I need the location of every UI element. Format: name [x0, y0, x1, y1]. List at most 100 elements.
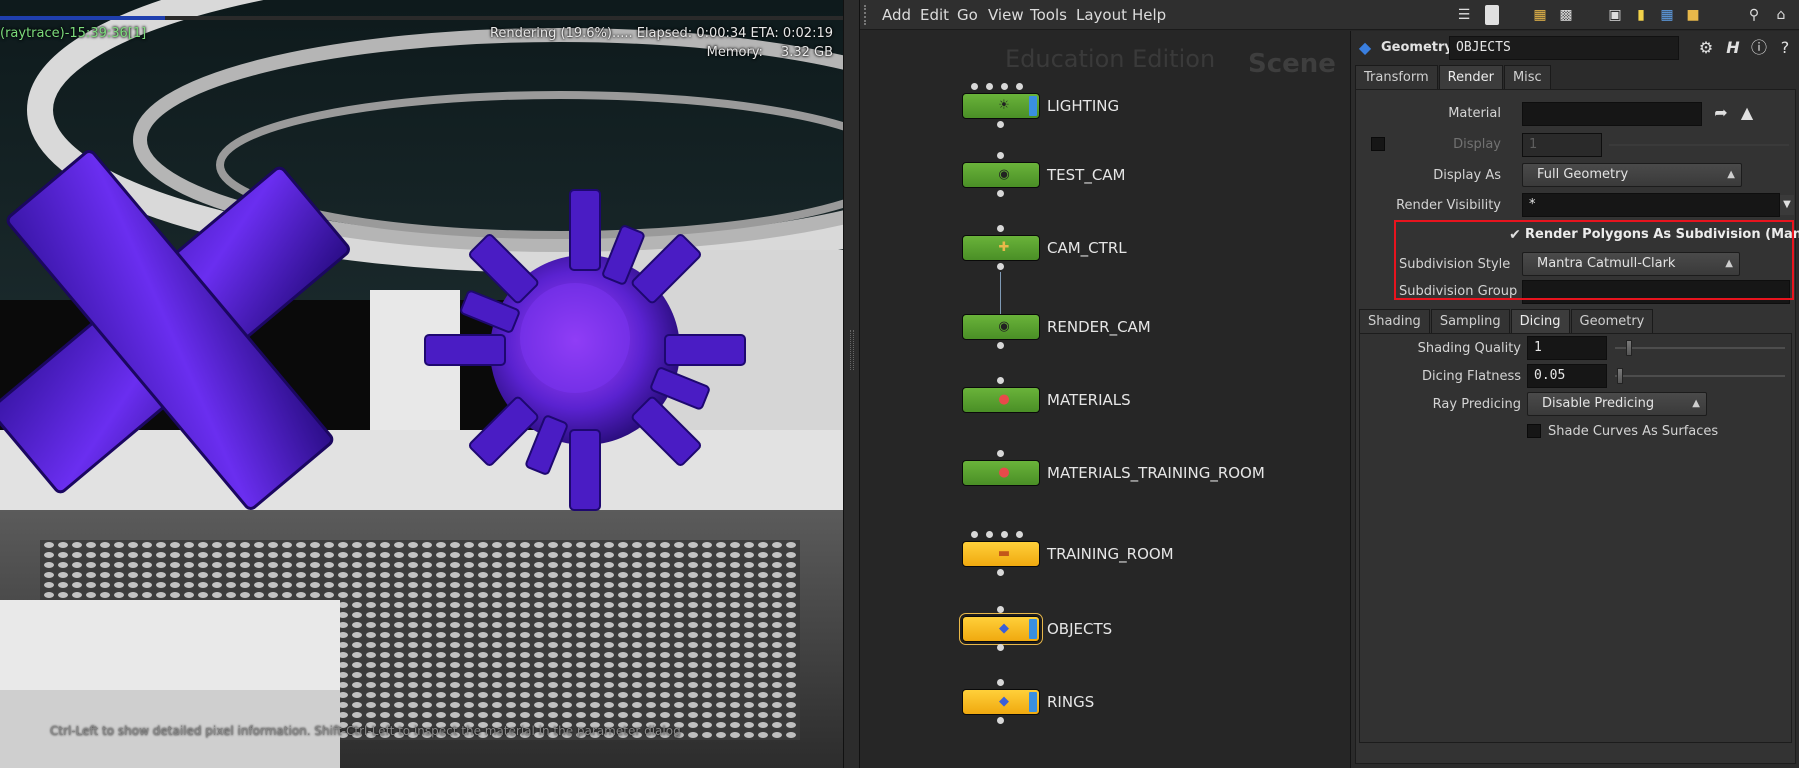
render-progress-fill	[0, 16, 166, 20]
gear-icon[interactable]: ⚙	[1696, 38, 1716, 58]
render-view[interactable]: (raytrace)-15:39:36[1] Rendering (19.6%)…	[0, 0, 843, 768]
node-materials[interactable]: ●	[962, 387, 1040, 413]
render-progress-bar	[0, 16, 843, 20]
jump-to-material-icon[interactable]: ➦	[1711, 103, 1731, 123]
spinner-icon: ▲	[1727, 169, 1735, 180]
node-label-test-cam: TEST_CAM	[1047, 166, 1126, 184]
menu-layout[interactable]: Layout	[1076, 6, 1127, 24]
light-icon: ☀	[998, 98, 1010, 113]
houdini-help-icon[interactable]: H	[1723, 38, 1743, 58]
grid-view-icon[interactable]: ▦	[1530, 5, 1550, 25]
tab-dicing[interactable]: Dicing	[1510, 309, 1570, 333]
menu-add[interactable]: Add	[882, 6, 911, 24]
node-training-room[interactable]: ▬	[962, 541, 1040, 567]
node-test-cam[interactable]: ◉	[962, 162, 1040, 188]
tab-sampling[interactable]: Sampling	[1430, 309, 1510, 333]
input-dot	[1001, 83, 1008, 90]
ray-predicing-label: Ray Predicing	[1432, 397, 1521, 412]
info-icon[interactable]: ⓘ	[1749, 38, 1769, 58]
image-icon[interactable]: ▣	[1605, 5, 1625, 25]
tree-view-icon[interactable]: ☰	[1454, 5, 1474, 25]
node-label-training-room: TRAINING_ROOM	[1047, 545, 1174, 563]
subdivision-style-label: Subdivision Style	[1399, 257, 1511, 272]
spinner-icon: ▲	[1692, 398, 1700, 409]
output-dot	[997, 569, 1004, 576]
display-as-value: Full Geometry	[1537, 167, 1629, 182]
network-box-icon[interactable]: ■	[1683, 5, 1703, 25]
display-flag[interactable]	[1029, 619, 1037, 639]
node-chooser-icon[interactable]: ▲	[1737, 103, 1757, 123]
node-label-cam-ctrl: CAM_CTRL	[1047, 239, 1127, 257]
menu-view[interactable]: View	[988, 6, 1024, 24]
input-dot	[997, 450, 1004, 457]
network-and-parameters: Add Edit Go View Tools Layout Help ☰ ▦ ▩…	[860, 0, 1799, 768]
tab-misc[interactable]: Misc	[1503, 65, 1551, 89]
geometry-icon: ◆	[999, 694, 1009, 709]
node-label-lighting: LIGHTING	[1047, 97, 1120, 115]
display-toggle-checkbox[interactable]	[1371, 137, 1385, 151]
display-label: Display	[1453, 137, 1501, 152]
menu-help[interactable]: Help	[1132, 6, 1166, 24]
display-field[interactable]: 1	[1522, 133, 1602, 157]
node-materials-training-room[interactable]: ●	[962, 460, 1040, 486]
table-view-icon[interactable]: ▩	[1556, 5, 1576, 25]
display-flag[interactable]	[1029, 692, 1037, 712]
input-dot	[997, 152, 1004, 159]
shading-quality-slider-handle[interactable]	[1626, 340, 1632, 356]
pane-divider[interactable]	[843, 0, 860, 768]
display-slider[interactable]	[1609, 144, 1789, 146]
node-cam-ctrl[interactable]: ✚	[962, 235, 1040, 261]
node-label-materials-training-room: MATERIALS_TRAINING_ROOM	[1047, 464, 1265, 482]
display-flag[interactable]	[1029, 96, 1037, 116]
render-visibility-label: Render Visibility	[1396, 198, 1501, 213]
material-field[interactable]	[1522, 102, 1702, 126]
menu-go[interactable]: Go	[957, 6, 978, 24]
menu-edit[interactable]: Edit	[920, 6, 949, 24]
tab-shading[interactable]: Shading	[1359, 309, 1430, 333]
memory-label: Memory:	[706, 45, 763, 60]
home-icon[interactable]: ⌂	[1771, 5, 1791, 25]
output-dot	[997, 342, 1004, 349]
dicing-flatness-slider[interactable]	[1615, 375, 1785, 377]
input-dot	[1001, 531, 1008, 538]
node-render-cam[interactable]: ◉	[962, 314, 1040, 340]
display-as-dropdown[interactable]: Full Geometry ▲	[1522, 163, 1742, 187]
context-watermark: Scene	[1248, 49, 1336, 79]
node-name-field[interactable]: OBJECTS	[1449, 36, 1679, 60]
divider-grip[interactable]	[850, 330, 854, 370]
list-view-icon[interactable]	[1485, 5, 1499, 25]
node-rings[interactable]: ◆	[962, 689, 1040, 715]
tab-render[interactable]: Render	[1438, 65, 1503, 89]
dicing-flatness-slider-handle[interactable]	[1617, 368, 1623, 384]
camera-icon: ◉	[998, 319, 1010, 334]
subdivision-style-value: Mantra Catmull-Clark	[1537, 256, 1676, 271]
input-dot	[997, 225, 1004, 232]
dicing-flatness-field[interactable]: 0.05	[1527, 364, 1607, 388]
shading-quality-slider[interactable]	[1615, 347, 1785, 349]
tab-geometry[interactable]: Geometry	[1570, 309, 1654, 333]
ray-predicing-dropdown[interactable]: Disable Predicing ▲	[1527, 392, 1707, 416]
subdivision-style-dropdown[interactable]: Mantra Catmull-Clark ▲	[1522, 252, 1740, 276]
output-dot	[997, 190, 1004, 197]
subdivision-group-field[interactable]	[1522, 280, 1790, 304]
render-visibility-field[interactable]: *	[1522, 193, 1780, 217]
memory-value: 3.32 GB	[780, 45, 833, 60]
top-tab-bar: Transform Render Misc	[1355, 65, 1552, 89]
menu-tools[interactable]: Tools	[1030, 6, 1067, 24]
sticky-note-icon[interactable]: ▮	[1631, 5, 1651, 25]
search-icon[interactable]: ⚲	[1744, 5, 1764, 25]
menubar-grip[interactable]	[864, 5, 870, 25]
network-editor[interactable]: Education Edition Scene ☀ LIGHTING ◉ TES…	[860, 31, 1348, 768]
chevron-down-icon[interactable]: ▼	[1780, 195, 1794, 215]
checkmark-icon[interactable]: ✔	[1505, 225, 1525, 245]
node-objects[interactable]: ◆	[962, 616, 1040, 642]
shading-quality-field[interactable]: 1	[1527, 336, 1607, 360]
shade-curves-label: Shade Curves As Surfaces	[1548, 424, 1719, 439]
pixel-info-hint: Ctrl-Left to show detailed pixel informa…	[50, 724, 681, 738]
shade-curves-checkbox[interactable]	[1527, 424, 1541, 438]
node-lighting[interactable]: ☀	[962, 93, 1040, 119]
input-dot	[997, 679, 1004, 686]
help-icon[interactable]: ?	[1775, 38, 1795, 58]
background-image-icon[interactable]: ▦	[1657, 5, 1677, 25]
tab-transform[interactable]: Transform	[1355, 65, 1438, 89]
